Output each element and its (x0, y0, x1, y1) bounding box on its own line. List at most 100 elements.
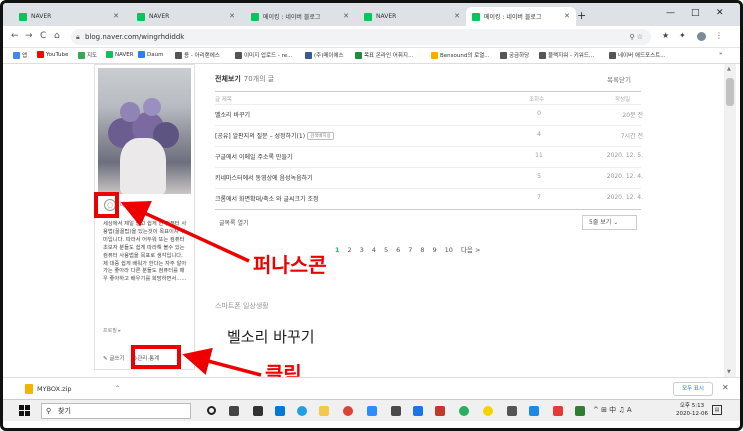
page-link[interactable]: 2 (348, 246, 352, 254)
close-tab-icon[interactable]: ✕ (113, 12, 119, 20)
tab-label: 메이킹 : 네이버 블로그 (263, 14, 321, 21)
bookmarks-overflow-icon[interactable]: » (719, 51, 722, 57)
close-tab-icon[interactable]: ✕ (343, 12, 349, 20)
open-list-button[interactable]: 글목록 열기 (219, 218, 249, 227)
app-icon-5[interactable] (507, 406, 517, 416)
mail-icon[interactable] (275, 406, 285, 416)
bookmark-item[interactable]: 목표 온라인 어휘지... (355, 51, 413, 59)
download-menu-icon[interactable]: ⌃ (115, 385, 120, 392)
close-tab-icon[interactable]: ✕ (454, 12, 460, 20)
download-item[interactable]: MYBOX.zip (25, 384, 72, 394)
app-icon-7[interactable] (553, 406, 563, 416)
home-button[interactable]: ⌂ (54, 31, 60, 41)
bookmark-label: 블랙지워 - 키워드... (548, 53, 595, 59)
taskbar-search-input[interactable]: ⚲ 찾기 (41, 403, 191, 419)
page-link[interactable]: 10 (445, 246, 453, 254)
zoom-app-icon[interactable] (367, 406, 377, 416)
close-downloads-button[interactable]: ✕ (722, 383, 729, 392)
app-icon-4[interactable] (459, 406, 469, 416)
cortana-icon[interactable] (207, 406, 216, 415)
close-tab-icon[interactable]: ✕ (564, 12, 570, 20)
bookmark-item[interactable]: 앱 (13, 51, 27, 59)
page-scrollbar[interactable]: ▲ ▼ (724, 64, 736, 377)
bookmark-item[interactable]: 지도 (78, 51, 97, 59)
post-row-title[interactable]: 크롬에서 화면확대/축소 와 글씨크기 조정 (215, 194, 319, 203)
maximize-button[interactable]: □ (691, 8, 700, 18)
page-link[interactable]: 다음 > (461, 246, 480, 254)
write-post-link[interactable]: ✎ 글쓰기 (103, 356, 125, 362)
post-row[interactable]: 구글에서 이메일 주소록 만들기 11 2020. 12. 5. (215, 146, 643, 164)
puzzle-extensions-icon[interactable]: ✦ (679, 31, 686, 40)
page-link[interactable]: 3 (360, 246, 364, 254)
close-list-button[interactable]: 목록닫기 (607, 74, 631, 84)
system-tray[interactable]: ^ ⊞ 中 ♫ A (593, 405, 632, 415)
scroll-up-icon[interactable]: ▲ (727, 66, 731, 72)
bookmark-item[interactable]: 용 - 아리랜에스 (175, 51, 220, 59)
profile-nickname[interactable]: 메이킹 (120, 200, 137, 209)
post-row-title[interactable]: [공유] 알판지의 질문 – 성정하기(1) 검색배지용 (215, 131, 334, 140)
app-icon-3[interactable] (435, 406, 445, 416)
task-view-icon[interactable] (229, 406, 239, 416)
new-tab-button[interactable]: + (577, 9, 586, 22)
bookmark-item[interactable]: Bensound의 로열... (431, 51, 490, 59)
tab-1[interactable]: NAVER ✕ (13, 7, 125, 26)
back-button[interactable]: ← (11, 31, 19, 41)
chrome-icon[interactable] (343, 406, 353, 416)
post-row-title[interactable]: 키네마스터에서 동영상에 음성녹음하기 (215, 173, 313, 182)
edge-icon[interactable] (297, 406, 307, 416)
minimize-button[interactable]: — (666, 8, 675, 18)
per-page-select[interactable]: 5줄 보기 ⌄ (582, 215, 637, 230)
post-row-title[interactable]: 벨소리 바꾸기 (215, 110, 250, 119)
post-row-title[interactable]: 구글에서 이메일 주소록 만들기 (215, 152, 292, 161)
bookmark-item[interactable]: 이미지 업로드 - re... (235, 51, 292, 59)
store-icon[interactable] (253, 406, 263, 416)
kakaotalk-icon[interactable] (483, 406, 493, 416)
tab-2[interactable]: NAVER ✕ (131, 7, 241, 26)
post-row[interactable]: 크롬에서 화면확대/축소 와 글씨크기 조정 7 2020. 12. 4. (215, 188, 643, 206)
close-tab-icon[interactable]: ✕ (229, 12, 235, 20)
profile-more-link[interactable]: 프로필 ▸ (103, 327, 121, 334)
menu-kebab-icon[interactable]: ⋮ (715, 31, 723, 40)
notification-icon[interactable]: ▤ (712, 405, 722, 415)
app-icon[interactable] (391, 406, 401, 416)
app-icon-2[interactable] (413, 406, 423, 416)
app-icon-8[interactable] (575, 406, 585, 416)
scroll-thumb[interactable] (726, 78, 734, 106)
scroll-down-icon[interactable]: ▼ (727, 369, 731, 375)
page-link[interactable]: 7 (408, 246, 412, 254)
tab-5-active[interactable]: 메이킹 : 네이버 블로그 ✕ (466, 7, 576, 26)
post-category[interactable]: 스마트폰 일상생활 (215, 301, 269, 311)
page-link[interactable]: 5 (384, 246, 388, 254)
tab-4[interactable]: NAVER ✕ (358, 7, 466, 26)
post-row[interactable]: 벨소리 바꾸기 0 20분 전 (215, 104, 643, 122)
windows-start-icon[interactable] (19, 405, 30, 416)
forward-button[interactable]: → (25, 31, 33, 41)
post-row-views: 7 (537, 194, 541, 201)
close-window-button[interactable]: ✕ (716, 8, 724, 18)
page-link[interactable]: 9 (433, 246, 437, 254)
file-explorer-icon[interactable] (319, 406, 329, 416)
app-icon-6[interactable] (529, 406, 539, 416)
show-all-button[interactable]: 모두 표시 (673, 382, 713, 396)
taskbar-clock[interactable]: 오후 5:13 2020-12-06 (675, 402, 709, 418)
reload-button[interactable]: C (40, 31, 46, 41)
page-link[interactable]: 8 (420, 246, 424, 254)
bookmark-item[interactable]: 블랙지워 - 키워드... (539, 51, 594, 59)
page-link-current[interactable]: 1 (335, 246, 340, 254)
bookmark-item[interactable]: YouTube (37, 51, 68, 58)
extension-icon[interactable]: ★ (662, 31, 669, 40)
bookmark-item[interactable]: NAVER (106, 51, 134, 58)
profile-avatar[interactable] (697, 32, 706, 41)
tab-3[interactable]: 메이킹 : 네이버 블로그 ✕ (245, 7, 355, 26)
bookmark-label: 궁금하당 (509, 53, 530, 59)
bookmark-item[interactable]: (주)메이에스 (305, 51, 344, 59)
page-link[interactable]: 6 (396, 246, 400, 254)
zoom-search-star-icons[interactable]: ⚲ ☆ (629, 29, 643, 45)
post-row[interactable]: [공유] 알판지의 질문 – 성정하기(1) 검색배지용 4 7시간 전 (215, 125, 643, 143)
bookmark-item[interactable]: Daum (138, 51, 163, 58)
url-field[interactable]: 🔒︎ blog.naver.com/wingrhdiddk ⚲ ☆ (71, 29, 651, 45)
page-link[interactable]: 4 (372, 246, 376, 254)
post-row[interactable]: 키네마스터에서 동영상에 음성녹음하기 5 2020. 12. 4. (215, 167, 643, 185)
bookmark-item[interactable]: 네이버 애드포스트... (609, 51, 665, 59)
bookmark-item[interactable]: 궁금하당 (500, 51, 529, 59)
